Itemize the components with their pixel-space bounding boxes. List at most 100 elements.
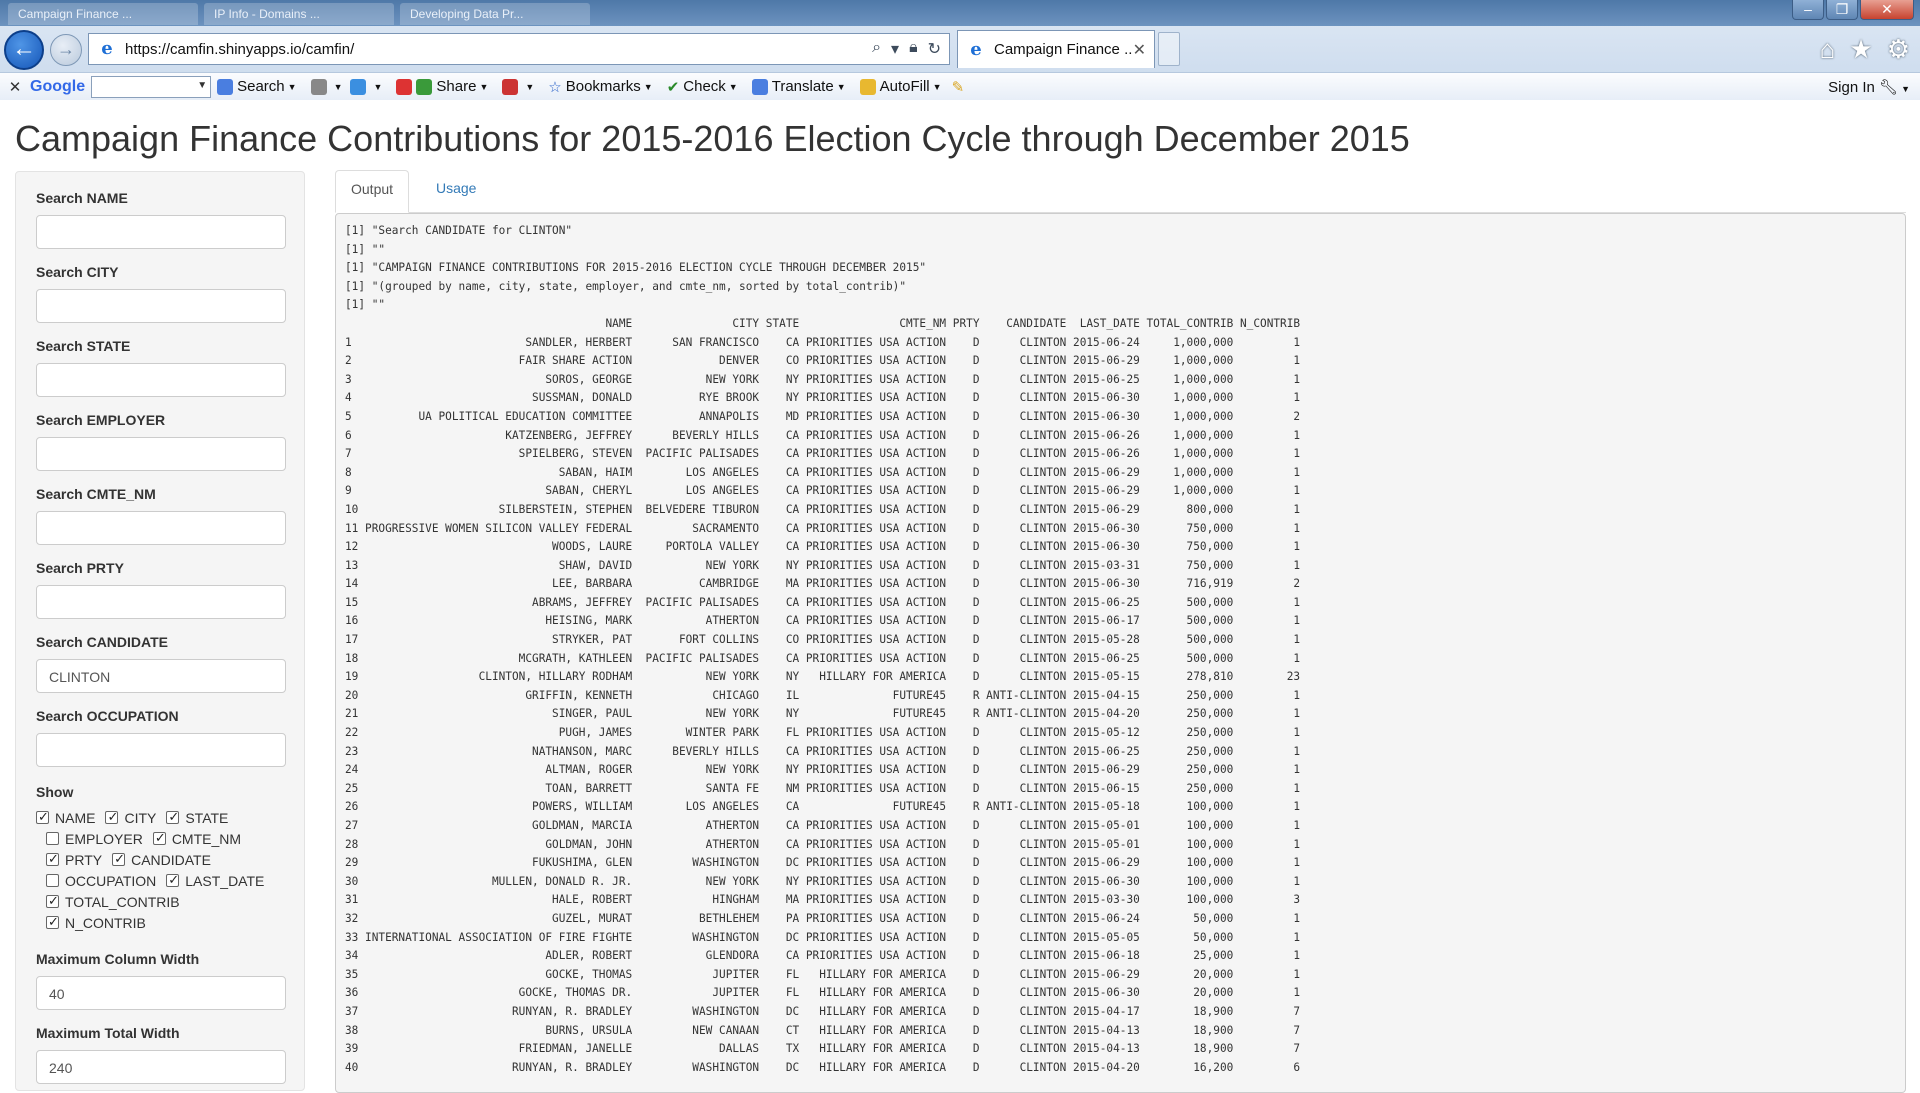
field-label: Search PRTY: [36, 560, 124, 576]
url-text: https://camfin.shinyapps.io/camfin/: [125, 40, 355, 58]
search-label: Search: [237, 78, 285, 95]
window-controls: – ❐ ✕: [1792, 0, 1914, 22]
checkbox-last-date[interactable]: LAST_DATE: [166, 872, 264, 889]
checkbox-box: [46, 851, 59, 867]
close-window-icon[interactable]: ✕: [1860, 0, 1914, 20]
search-candidate-input[interactable]: CLINTON: [36, 659, 286, 693]
search-occupation-input[interactable]: [36, 733, 286, 767]
show-columns-group: Show NAME CITY STATE EMPLOYER CMTE_NM PR…: [36, 784, 296, 933]
pencil-icon[interactable]: ✎: [952, 78, 965, 96]
active-tab-title: Campaign Finance ...: [994, 41, 1133, 58]
share-button[interactable]: Share ▼: [396, 78, 488, 95]
gplus-icon: [396, 78, 413, 95]
minimize-icon[interactable]: –: [1792, 0, 1824, 20]
translate-label: Translate: [771, 78, 834, 95]
check-button[interactable]: ✔ Check ▼: [667, 78, 738, 96]
translate-page-menu[interactable]: ▼: [502, 78, 534, 95]
checkbox-box: [46, 832, 59, 845]
search-prty-field: Search PRTY: [36, 560, 286, 619]
show-label: Show: [36, 784, 74, 800]
field-label: Search CANDIDATE: [36, 634, 168, 650]
search-prty-input[interactable]: [36, 585, 286, 619]
share-icon: [416, 78, 433, 95]
page-title: Campaign Finance Contributions for 2015-…: [15, 118, 1410, 159]
autofill-button[interactable]: AutoFill ▼ ✎: [859, 78, 965, 96]
close-toolbar-icon[interactable]: ✕: [0, 78, 30, 96]
checkbox-name[interactable]: NAME: [36, 809, 95, 826]
checkbox-n-contrib[interactable]: N_CONTRIB: [46, 914, 146, 931]
search-cmte-nm-field: Search CMTE_NM: [36, 486, 286, 545]
checkbox-label: TOTAL_CONTRIB: [65, 893, 180, 910]
search-name-input[interactable]: [36, 215, 286, 249]
sign-in-label: Sign In: [1828, 79, 1875, 96]
checkbox-row: OCCUPATION LAST_DATE: [36, 870, 296, 891]
lock-icon[interactable]: 🔒︎: [909, 39, 918, 59]
search-employer-input[interactable]: [36, 437, 286, 471]
search-state-field: Search STATE: [36, 338, 286, 397]
forward-button[interactable]: →: [50, 34, 82, 66]
checkbox-employer[interactable]: EMPLOYER: [46, 831, 143, 847]
dropdown-icon[interactable]: ▾: [891, 39, 899, 59]
translate-button[interactable]: Translate ▼: [751, 78, 846, 95]
output-text: [1] "Search CANDIDATE for CLINTON" [1] "…: [345, 224, 1301, 1074]
checkbox-label: CITY: [124, 809, 157, 826]
google-search-box[interactable]: [91, 75, 212, 98]
search-name-field: Search NAME: [36, 190, 286, 249]
search-city-input[interactable]: [36, 289, 286, 323]
tab-output[interactable]: Output: [335, 170, 410, 213]
field-label: Search CMTE_NM: [36, 486, 156, 502]
search-button[interactable]: Search ▼: [217, 78, 297, 95]
browser-right-icons: ⌂ ★ ⚙: [1820, 34, 1910, 65]
wrench-icon[interactable]: 🔧︎: [1879, 79, 1898, 96]
checkbox-box: [166, 809, 180, 825]
output-panel: [1] "Search CANDIDATE for CLINTON" [1] "…: [335, 213, 1906, 1093]
checkbox-label: N_CONTRIB: [65, 914, 146, 931]
bookmarks-button[interactable]: ☆ Bookmarks ▼: [548, 78, 652, 96]
checkbox-cmte-nm[interactable]: CMTE_NM: [152, 830, 242, 847]
back-button[interactable]: ←: [4, 30, 44, 70]
checkbox-label: CMTE_NM: [171, 830, 242, 847]
favorites-star-icon[interactable]: ★: [1849, 34, 1872, 65]
gear-icon[interactable]: ⚙: [1887, 34, 1910, 65]
max-column-width-input[interactable]: 40: [36, 976, 286, 1010]
maximize-icon[interactable]: ❐: [1826, 0, 1858, 20]
bookmarks-label: Bookmarks: [565, 78, 641, 95]
background-tab[interactable]: Campaign Finance ...: [8, 3, 198, 25]
bookmark-star-icon: ☆: [548, 78, 562, 96]
max-total-width-input[interactable]: 240: [36, 1050, 286, 1084]
checkbox-box: [152, 830, 166, 846]
sidebar-panel: Search NAME Search CITY Search STATE Sea…: [15, 171, 305, 1091]
home-icon[interactable]: ⌂: [1820, 34, 1836, 65]
checkbox-row: PRTY CANDIDATE: [36, 849, 296, 870]
search-state-input[interactable]: [36, 363, 286, 397]
browser-tab-strip: Campaign Finance ... IP Info - Domains .…: [0, 0, 1920, 26]
page-icon: [310, 78, 327, 95]
field-label: Search NAME: [36, 190, 128, 206]
ie-icon: e: [101, 38, 113, 59]
checkbox-box: [46, 914, 59, 930]
checkbox-total-contrib[interactable]: TOTAL_CONTRIB: [46, 893, 180, 910]
checkbox-city[interactable]: CITY: [105, 809, 157, 826]
search-city-field: Search CITY: [36, 264, 286, 323]
field-label: Search OCCUPATION: [36, 708, 179, 724]
tab-usage[interactable]: Usage: [421, 170, 491, 213]
field-label: Maximum Total Width: [36, 1025, 180, 1041]
checkbox-prty[interactable]: PRTY: [46, 851, 103, 868]
toolbar-icon-group[interactable]: ▼ ▼: [310, 78, 382, 95]
close-tab-icon[interactable]: ✕: [1133, 40, 1146, 60]
checkbox-candidate[interactable]: CANDIDATE: [112, 851, 211, 868]
address-bar[interactable]: e https://camfin.shinyapps.io/camfin/ ⌕ …: [88, 33, 950, 65]
refresh-icon[interactable]: ↻: [928, 39, 941, 59]
field-label: Search STATE: [36, 338, 131, 354]
checkbox-label: PRTY: [65, 851, 103, 868]
background-tab[interactable]: Developing Data Pr...: [400, 3, 590, 25]
checkbox-occupation[interactable]: OCCUPATION: [46, 873, 156, 889]
search-cmte-nm-input[interactable]: [36, 511, 286, 545]
sign-in-link[interactable]: Sign In 🔧︎ ▼: [1828, 78, 1910, 96]
checkbox-state[interactable]: STATE: [166, 809, 228, 826]
search-icon[interactable]: ⌕: [872, 39, 881, 59]
active-tab[interactable]: e Campaign Finance ... ✕: [957, 30, 1155, 68]
new-tab-button[interactable]: [1158, 32, 1180, 66]
background-tab[interactable]: IP Info - Domains ...: [204, 3, 394, 25]
checkbox-box: [46, 893, 59, 909]
